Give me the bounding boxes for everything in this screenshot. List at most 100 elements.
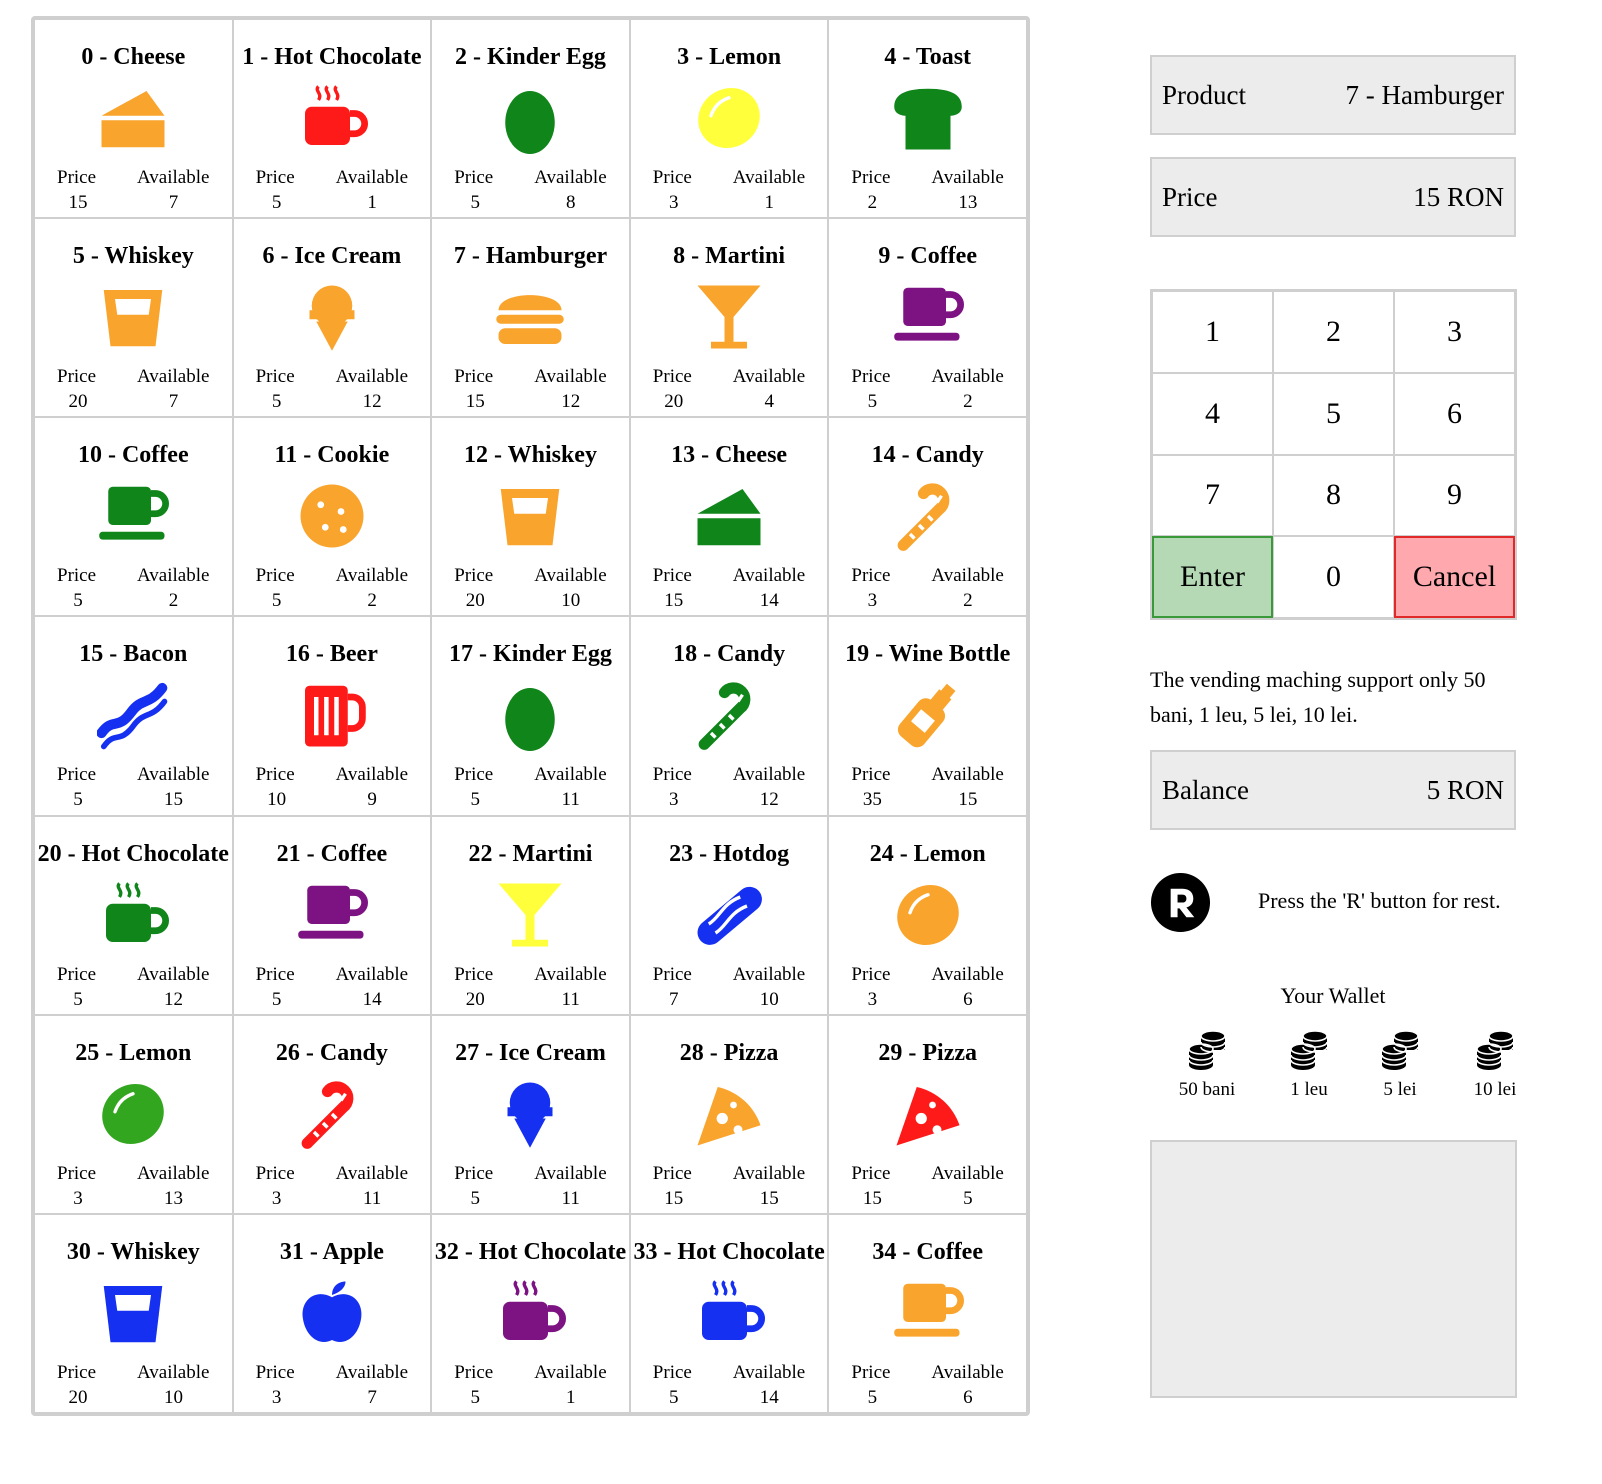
available-value: 5 (963, 1187, 973, 1209)
product-cell[interactable]: 18 - Candy Price Available 3 12 (629, 616, 829, 816)
available-label: Available (137, 1162, 210, 1184)
available-label: Available (931, 1162, 1004, 1184)
price-label: Price (454, 167, 494, 188)
price-value: 5 (470, 1187, 480, 1209)
key-7[interactable]: 7 (1152, 454, 1273, 537)
cheese-icon (693, 480, 765, 552)
price-value: 3 (73, 1187, 83, 1209)
available-label: Available (931, 1361, 1004, 1383)
available-value: 15 (759, 1187, 779, 1209)
key-3[interactable]: 3 (1394, 291, 1515, 373)
price-label: Price (851, 565, 891, 587)
product-name: 28 - Pizza (679, 1039, 779, 1066)
product-name: 21 - Coffee (276, 840, 388, 867)
product-cell[interactable]: 31 - Apple Price Available 3 7 (232, 1213, 432, 1413)
price-label: Price (454, 1162, 494, 1184)
wallet-coin[interactable]: 1 leu (1274, 1027, 1344, 1101)
product-cell[interactable]: 0 - Cheese Price Available 15 7 (34, 19, 233, 219)
wallet-coin[interactable]: 50 bani (1172, 1027, 1242, 1101)
product-cell[interactable]: 27 - Ice Cream Price Available 5 11 (431, 1014, 630, 1214)
product-cell[interactable]: 5 - Whiskey Price Available 20 7 (34, 218, 233, 418)
available-value: 2 (963, 391, 973, 413)
product-cell[interactable]: 28 - Pizza Price Available 15 15 (629, 1014, 829, 1214)
available-label: Available (137, 764, 210, 786)
product-cell[interactable]: 13 - Cheese Price Available 15 14 (629, 417, 829, 617)
price-value: 20 (465, 988, 485, 1010)
product-name: 15 - Bacon (79, 641, 188, 668)
product-cell[interactable]: 2 - Kinder Egg Price Available 5 8 (431, 19, 630, 219)
cancel-button[interactable]: Cancel (1394, 536, 1515, 618)
price-label: Price (57, 1162, 97, 1184)
product-name: 13 - Cheese (671, 442, 788, 469)
product-cell[interactable]: 20 - Hot Chocolate Price Available 5 12 (34, 815, 233, 1015)
product-cell[interactable]: 22 - Martini Price Available 20 11 (431, 815, 630, 1015)
product-cell[interactable]: 19 - Wine Bottle Price Available 35 15 (828, 616, 1027, 816)
key-8[interactable]: 8 (1273, 454, 1394, 537)
wallet-coin[interactable]: 5 lei (1365, 1027, 1435, 1101)
available-label: Available (335, 1162, 409, 1184)
key-2[interactable]: 2 (1273, 291, 1394, 373)
price-label: Price (1162, 181, 1218, 212)
key-1[interactable]: 1 (1152, 291, 1273, 373)
product-cell[interactable]: 15 - Bacon Price Available 5 15 (34, 616, 233, 816)
price-label: Price (454, 366, 494, 388)
product-name: 17 - Kinder Egg (449, 641, 612, 668)
product-name: 24 - Lemon (869, 840, 986, 867)
product-value: 7 - Hamburger (1345, 79, 1504, 110)
price-value: 2 (867, 192, 878, 213)
key-0[interactable]: 0 (1273, 536, 1394, 618)
product-cell[interactable]: 11 - Cookie Price Available 5 2 (232, 417, 432, 617)
coin-label: 1 leu (1290, 1079, 1328, 1100)
product-cell[interactable]: 26 - Candy Price Available 3 11 (232, 1014, 432, 1214)
product-cell[interactable]: 21 - Coffee Price Available 5 14 (232, 815, 432, 1015)
rest-instruction: Press the 'R' button for rest. (1258, 888, 1501, 913)
product-cell[interactable]: 29 - Pizza Price Available 15 5 (828, 1014, 1027, 1214)
product-cell[interactable]: 8 - Martini Price Available 20 4 (629, 218, 829, 418)
product-cell[interactable]: 6 - Ice Cream Price Available 5 12 (232, 218, 432, 418)
product-name: 14 - Candy (871, 442, 984, 469)
product-name: 19 - Wine Bottle (845, 641, 1011, 668)
product-cell[interactable]: 32 - Hot Chocolate Price Available 5 1 (431, 1213, 630, 1413)
key-4[interactable]: 4 (1152, 372, 1273, 455)
coin-label: 50 bani (1178, 1079, 1236, 1100)
key-5[interactable]: 5 (1273, 372, 1394, 455)
product-name: 34 - Coffee (872, 1238, 983, 1265)
price-value: 10 (267, 789, 287, 811)
coin-label: 5 lei (1383, 1079, 1417, 1100)
product-cell[interactable]: 1 - Hot Chocolate Price Available 5 1 (232, 19, 432, 219)
price-label: Price (57, 764, 97, 786)
enter-button[interactable]: Enter (1152, 536, 1273, 618)
product-cell[interactable]: 4 - Toast Price Available 2 13 (828, 19, 1027, 219)
product-cell[interactable]: 23 - Hotdog Price Available 7 10 (629, 815, 829, 1015)
price-label: Price (255, 167, 295, 188)
selected-product-box: Product 7 - Hamburger (1150, 55, 1516, 135)
price-label: Price (652, 565, 692, 587)
product-cell[interactable]: 34 - Coffee Price Available 5 6 (828, 1213, 1027, 1413)
product-cell[interactable]: 14 - Candy Price Available 3 2 (828, 417, 1027, 617)
product-cell[interactable]: 33 - Hot Chocolate Price Available 5 14 (629, 1213, 829, 1413)
available-label: Available (732, 366, 806, 388)
product-cell[interactable]: 3 - Lemon Price Available 3 1 (629, 19, 829, 219)
price-label: Price (454, 963, 494, 985)
rest-button[interactable] (1150, 872, 1211, 933)
wallet-coin[interactable]: 10 lei (1460, 1027, 1530, 1101)
price-value: 15 (68, 192, 88, 213)
product-cell[interactable]: 12 - Whiskey Price Available 20 10 (431, 417, 630, 617)
product-cell[interactable]: 25 - Lemon Price Available 3 13 (34, 1014, 233, 1214)
product-cell[interactable]: 10 - Coffee Price Available 5 2 (34, 417, 233, 617)
available-value: 7 (168, 391, 179, 413)
key-6[interactable]: 6 (1394, 372, 1515, 455)
hot-drink-icon (693, 1277, 766, 1349)
product-cell[interactable]: 24 - Lemon Price Available 3 6 (828, 815, 1027, 1015)
product-cell[interactable]: 7 - Hamburger Price Available 15 12 (431, 218, 630, 418)
product-cell[interactable]: 30 - Whiskey Price Available 20 10 (34, 1213, 233, 1413)
product-cell[interactable]: 17 - Kinder Egg Price Available 5 11 (431, 616, 630, 816)
key-9[interactable]: 9 (1394, 454, 1515, 537)
available-label: Available (534, 565, 607, 587)
product-cell[interactable]: 16 - Beer Price Available 10 9 (232, 616, 432, 816)
product-cell[interactable]: 9 - Coffee Price Available 5 2 (828, 218, 1027, 418)
price-value: 5 (73, 789, 83, 811)
price-label: Price (652, 963, 692, 985)
price-label: Price (652, 1361, 692, 1383)
price-value: 5 (271, 988, 282, 1010)
